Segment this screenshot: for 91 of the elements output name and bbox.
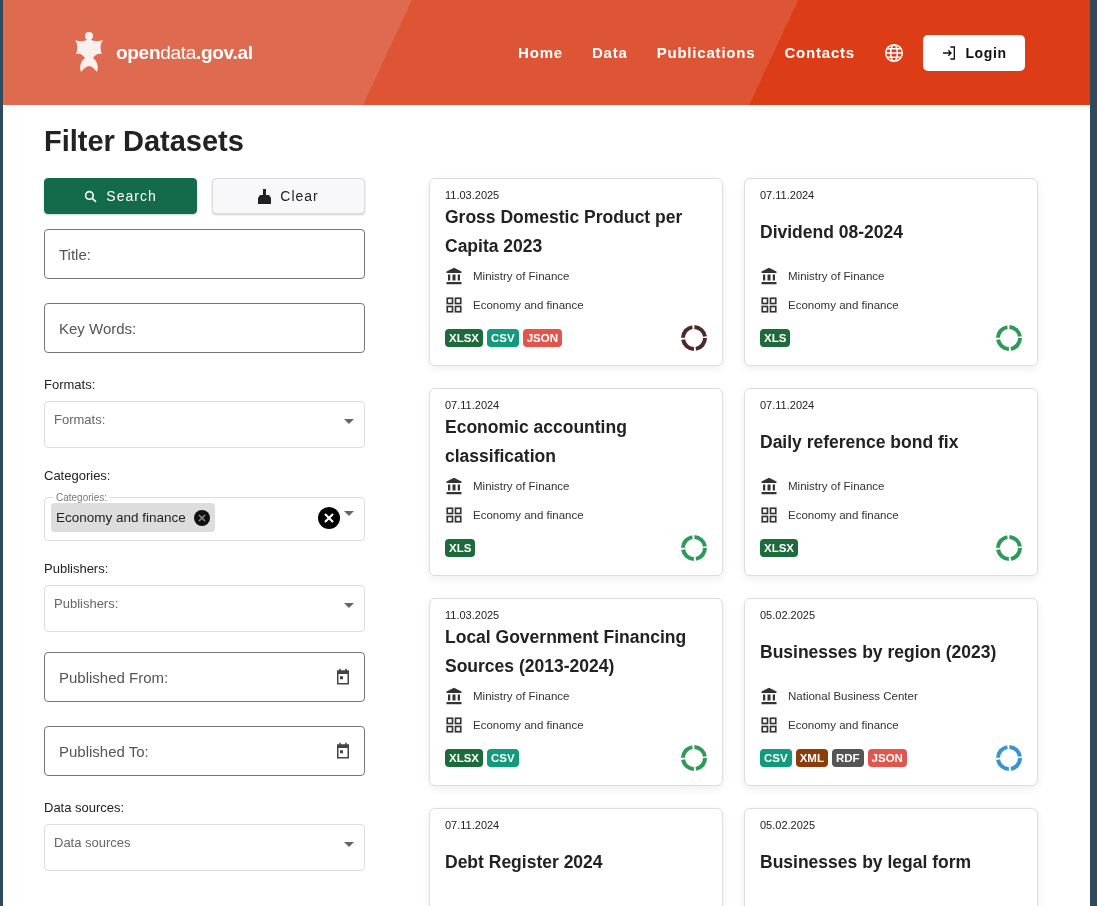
dataset-date: 11.03.2025	[445, 609, 501, 621]
dataset-title[interactable]: Gross Domestic Product per Capita 2023	[445, 203, 707, 261]
nav-link[interactable]: Contacts	[784, 44, 855, 61]
broom-icon	[258, 188, 272, 204]
format-badge: XLS	[760, 329, 791, 347]
dataset-date: 07.11.2024	[760, 189, 816, 201]
publisher-name: Ministry of Finance	[788, 269, 885, 282]
publisher-name: Ministry of Finance	[473, 479, 570, 492]
format-badge: XLSX	[445, 749, 484, 767]
publisher-name: Ministry of Finance	[788, 479, 885, 492]
nav-link[interactable]: Data	[591, 44, 628, 61]
dropdown-field[interactable]: Formats:	[44, 401, 365, 448]
nav-link[interactable]: Home	[518, 44, 563, 61]
bank-icon	[760, 686, 778, 705]
bank-icon	[445, 476, 463, 495]
multi-select-field[interactable]: Categories: Economy and finance	[44, 492, 365, 541]
format-badge: XLS	[445, 539, 476, 557]
category-name: Economy and finance	[788, 298, 899, 311]
grid-icon	[760, 295, 778, 314]
category-chip[interactable]: Economy and finance	[51, 503, 215, 532]
login-icon	[941, 44, 958, 61]
format-badge: XLSX	[445, 329, 484, 347]
dataset-date: 07.11.2024	[445, 819, 501, 831]
chip-label: Economy and finance	[56, 510, 186, 525]
dataset-title[interactable]: Debt Register 2024	[445, 847, 603, 877]
clear-all-icon[interactable]	[318, 506, 340, 529]
dataset-title[interactable]: Businesses by legal form	[760, 847, 972, 877]
dataset-card[interactable]: 07.11.2024 Debt Register 2024	[429, 808, 723, 906]
grid-icon	[760, 505, 778, 524]
publisher-name: Ministry of Finance	[473, 269, 570, 282]
grid-icon	[445, 715, 463, 734]
field-legend: Categories:	[53, 492, 111, 503]
grid-icon	[760, 715, 778, 734]
category-name: Economy and finance	[788, 718, 899, 731]
date-input-field[interactable]: Published To:	[44, 726, 365, 776]
format-badge: CSV	[760, 749, 792, 767]
search-icon	[84, 189, 98, 203]
dataset-title[interactable]: Dividend 08-2024	[760, 217, 903, 247]
category-name: Economy and finance	[788, 508, 899, 521]
text-input-field[interactable]: Title:	[44, 229, 365, 279]
dataset-date: 11.03.2025	[445, 189, 501, 201]
bank-icon	[760, 266, 778, 285]
date-input-field[interactable]: Published From:	[44, 652, 365, 702]
dataset-card[interactable]: 11.03.2025 Gross Domestic Product per Capita 2023 Ministry of Finance Economy and finance XLSX CSV JSON	[429, 178, 723, 366]
grid-icon	[445, 295, 463, 314]
dataset-title[interactable]: Local Government Financing Sources (2013-2024)	[445, 623, 707, 681]
bank-icon	[445, 686, 463, 705]
login-button[interactable]: Login	[923, 34, 1025, 71]
format-badge: XLSX	[760, 539, 799, 557]
dataset-card[interactable]: 07.11.2024 Daily reference bond fix Ministry of Finance Economy and finance XLSX	[744, 388, 1038, 576]
grid-icon	[445, 505, 463, 524]
publisher-name: Ministry of Finance	[473, 689, 570, 702]
page-title: Filter Datasets	[44, 125, 245, 158]
dataset-title[interactable]: Businesses by region (2023)	[760, 637, 997, 667]
dataset-card[interactable]: 05.02.2025 Businesses by region (2023) National Business Center Economy and finance CSV XML RDF JSON	[744, 598, 1038, 786]
field-label: Data sources:	[44, 800, 126, 815]
calendar-icon[interactable]	[334, 742, 352, 760]
dataset-date: 07.11.2024	[760, 399, 816, 411]
nav-link[interactable]: Publications	[656, 44, 756, 61]
text-input-field[interactable]: Key Words:	[44, 303, 365, 353]
dataset-date: 07.11.2024	[445, 399, 501, 411]
format-badge: CSV	[487, 329, 519, 347]
clear-button[interactable]: Clear	[212, 178, 365, 214]
publisher-name: National Business Center	[788, 689, 918, 702]
category-name: Economy and finance	[473, 718, 584, 731]
dataset-title[interactable]: Economic accounting classification	[445, 413, 707, 471]
calendar-icon[interactable]	[334, 668, 352, 686]
category-name: Economy and finance	[473, 298, 584, 311]
format-badge: RDF	[831, 749, 864, 767]
bank-icon	[445, 266, 463, 285]
format-badge: JSON	[522, 329, 563, 347]
dropdown-field[interactable]: Data sources	[44, 824, 365, 871]
dataset-card[interactable]: 07.11.2024 Dividend 08-2024 Ministry of Finance Economy and finance XLS	[744, 178, 1038, 366]
field-label: Formats:	[44, 377, 97, 392]
bank-icon	[760, 476, 778, 495]
format-badge: XML	[795, 749, 828, 767]
dataset-date: 05.02.2025	[760, 609, 817, 621]
field-label: Categories:	[44, 468, 112, 483]
globe-icon[interactable]	[884, 42, 904, 63]
chip-remove-icon[interactable]	[193, 509, 210, 526]
search-button[interactable]: Search	[44, 178, 197, 214]
dataset-card[interactable]: 11.03.2025 Local Government Financing Sources (2013-2024) Ministry of Finance Economy and finance XLSX CSV	[429, 598, 723, 786]
category-name: Economy and finance	[473, 508, 584, 521]
dropdown-field[interactable]: Publishers:	[44, 585, 365, 632]
dataset-title[interactable]: Daily reference bond fix	[760, 427, 959, 457]
field-label: Publishers:	[44, 561, 110, 576]
format-badge: JSON	[867, 749, 907, 767]
dataset-card[interactable]: 07.11.2024 Economic accounting classification Ministry of Finance Economy and finance XLS	[429, 388, 723, 576]
dataset-date: 05.02.2025	[760, 819, 817, 831]
format-badge: CSV	[487, 749, 519, 767]
dataset-card[interactable]: 05.02.2025 Businesses by legal form	[744, 808, 1038, 906]
